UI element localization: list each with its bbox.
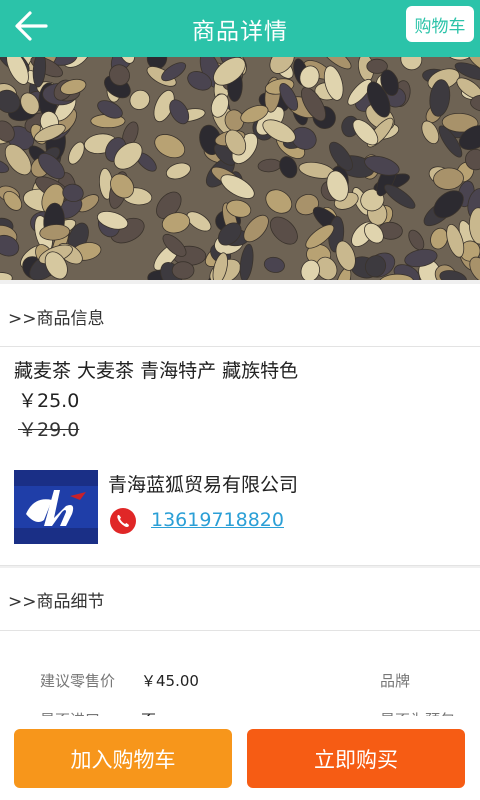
shop-logo-icon <box>14 470 98 544</box>
page-title: 商品详情 <box>192 18 288 45</box>
divider <box>0 630 480 631</box>
phone-number-link[interactable]: 13619718820 <box>151 509 284 531</box>
cart-button[interactable]: 购物车 <box>406 6 474 42</box>
divider <box>0 346 480 347</box>
shop-logo[interactable] <box>14 470 98 544</box>
phone-icon[interactable] <box>110 508 136 534</box>
back-button[interactable] <box>10 6 54 46</box>
spec-value: ￥45.00 <box>141 672 199 690</box>
product-price: ￥25.0 <box>18 390 80 412</box>
product-old-price: ￥29.0 <box>18 419 80 441</box>
product-image <box>0 57 480 280</box>
buy-now-button[interactable]: 立即购买 <box>247 729 465 788</box>
product-name: 藏麦茶 大麦茶 青海特产 藏族特色 <box>14 360 299 382</box>
app-header: 商品详情 购物车 <box>0 0 480 57</box>
spec-label: 品牌 <box>380 672 411 690</box>
add-to-cart-button[interactable]: 加入购物车 <box>14 729 232 788</box>
spec-label: 建议零售价 <box>40 672 116 690</box>
shop-name: 青海蓝狐贸易有限公司 <box>108 474 299 496</box>
section-gap <box>0 280 480 284</box>
product-photo <box>0 57 480 280</box>
section-header-detail: >>商品细节 <box>0 568 480 630</box>
arrow-left-icon <box>15 11 48 41</box>
section-header-info: >>商品信息 <box>0 285 480 347</box>
